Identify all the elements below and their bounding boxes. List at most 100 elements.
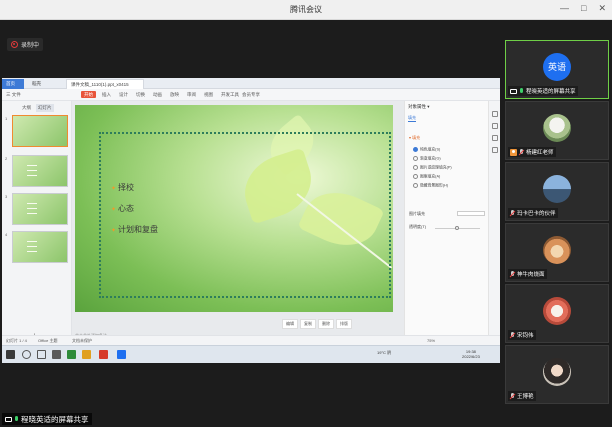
image-fill-select[interactable] [457,211,485,216]
fill-option-radio[interactable]: 图片或纹理填充(P) [413,165,452,171]
slide-bullet: 择校 [111,182,134,193]
maximize-icon[interactable]: □ [581,3,586,14]
shared-screen[interactable]: 首页 稻壳 课件文稿_1110(1).ppt_x0415 三 文件 开始 插入 … [2,78,500,363]
presenter-name: 程晓英适的屏幕共享 [21,414,89,424]
participant-tile[interactable]: 英语 程晓英适的屏幕共享 [505,40,609,99]
tab-fill[interactable]: 填充 [408,115,416,122]
tab-document[interactable]: 课件文稿_1110(1).ppt_x0415 [66,79,144,89]
mic-muted-icon [510,209,515,217]
meeting-app-icon[interactable] [117,350,126,359]
fill-option-radio[interactable]: 渐变填充(G) [413,156,441,162]
record-icon [11,41,18,48]
layout-button[interactable]: 排版 [336,319,352,329]
screen-share-icon [5,416,12,422]
screen-share-icon [510,88,517,94]
copy-button[interactable]: 复制 [300,319,316,329]
taskbar-clock[interactable]: 19:38 2022/6/23 [462,349,480,359]
participant-tile[interactable]: 神牛肉烧面 [505,223,609,282]
participant-name: 神牛肉烧面 [517,272,545,278]
browser-icon[interactable] [67,350,76,359]
recording-label: 录制中 [21,43,40,49]
fill-section[interactable]: ▾ 填充 [409,135,420,141]
transparency-label: 透明度(T) [409,224,427,229]
window-controls: — □ ✕ [560,3,606,14]
menu-animation[interactable]: 动画 [153,92,162,98]
recording-indicator[interactable]: 录制中 [7,38,44,51]
slide-thumbnail[interactable]: 4 [5,231,68,263]
text-placeholder-box[interactable] [99,132,391,298]
style-icon[interactable] [492,123,498,129]
properties-icon[interactable] [492,111,498,117]
mic-muted-icon [519,148,524,156]
participant-name-bar: 王博艳 [508,391,536,401]
fill-option-checkbox[interactable]: 隐藏背景图形(H) [413,183,448,189]
slide-thumbnail[interactable]: 1 [5,115,68,147]
avatar [543,358,571,386]
menu-review[interactable]: 审阅 [187,92,196,98]
mic-muted-icon [510,331,515,339]
tab-docer[interactable]: 稻壳 [28,79,62,89]
protect-status[interactable]: 文档未保护 [72,338,92,344]
mic-icon [519,87,524,95]
slide-thumbnail[interactable]: 2 [5,155,68,187]
tab-outline[interactable]: 大纲 [20,104,33,112]
theme-name: Office 主题 [38,338,58,343]
menu-start[interactable]: 开始 [81,91,96,98]
edit-button[interactable]: 编辑 [282,319,298,329]
folder-icon[interactable] [82,350,91,359]
minimize-icon[interactable]: — [560,3,569,14]
fill-option-radio[interactable]: 图案填充(A) [413,174,440,180]
slide-thumbnail-pane: 大纲 幻灯片 1 2 3 4 + [2,101,72,348]
avatar [543,175,571,203]
slide-count: 幻灯片 1 / 4 [6,338,27,343]
title-bar: 腾讯会议 — □ ✕ [0,0,612,20]
avatar [543,297,571,325]
menu-slideshow[interactable]: 放映 [170,92,179,98]
pane-header[interactable]: 对象属性 ▾ [408,104,430,110]
menu-transition[interactable]: 切换 [136,92,145,98]
wps-icon[interactable] [99,350,108,359]
task-view-icon[interactable] [37,350,46,359]
image-fill-label: 图片填充 [409,211,425,216]
participant-tile[interactable]: 玛卡巴卡的伙伴 [505,162,609,221]
zoom-level[interactable]: 75% [427,338,435,343]
avatar [543,236,571,264]
fill-option-radio[interactable]: 纯色填充(S) [413,147,440,153]
participant-name: 杨建红老师 [526,150,554,156]
weather-status[interactable]: 19°C 阴 [377,350,391,356]
slide-quick-tools: 编辑 复制 删除 排版 [282,319,352,329]
slide-bullet: 心态 [111,203,134,214]
mic-muted-icon [510,392,515,400]
screen-share-label: 程晓英适的屏幕共享 [2,413,92,425]
close-icon[interactable]: ✕ [598,3,606,14]
start-icon[interactable] [6,350,15,359]
participant-name-bar: 神牛肉烧面 [508,269,547,279]
app-icon[interactable] [52,350,61,359]
participant-tile[interactable]: 杨建红老师 [505,101,609,160]
participant-name-bar: 程晓英适的屏幕共享 [508,86,578,96]
menu-insert[interactable]: 插入 [102,92,111,98]
tab-home[interactable]: 首页 [2,79,24,89]
menu-design[interactable]: 设计 [119,92,128,98]
wps-tab-bar: 首页 稻壳 课件文稿_1110(1).ppt_x0415 [2,78,500,89]
window-title: 腾讯会议 [290,5,322,14]
transparency-slider-handle[interactable] [455,226,459,230]
tab-slides[interactable]: 幻灯片 [36,104,54,112]
slide-bullet: 计划和复盘 [111,224,158,235]
participant-name: 宋钧伟 [517,333,534,339]
participant-tile[interactable]: 宋钧伟 [505,284,609,343]
menu-developer[interactable]: 开发工具 [221,92,239,98]
host-icon [510,148,517,156]
animation-icon[interactable] [492,135,498,141]
slide-thumbnail[interactable]: 3 [5,193,68,225]
search-icon[interactable] [22,350,31,359]
participant-tile[interactable]: 王博艳 [505,345,609,404]
menu-member[interactable]: 会员专享 [242,92,260,98]
current-slide[interactable]: 择校 心态 计划和复盘 [75,105,393,312]
settings-icon[interactable] [492,147,498,153]
menu-view[interactable]: 视图 [204,92,213,98]
slide-canvas: 择校 心态 计划和复盘 编辑 复制 删除 排版 单击此处添加备注 [72,101,404,348]
status-bar: 幻灯片 1 / 4 Office 主题 文档未保护 75% [2,335,500,345]
menu-file[interactable]: 三 文件 [6,92,21,98]
delete-button[interactable]: 删除 [318,319,334,329]
